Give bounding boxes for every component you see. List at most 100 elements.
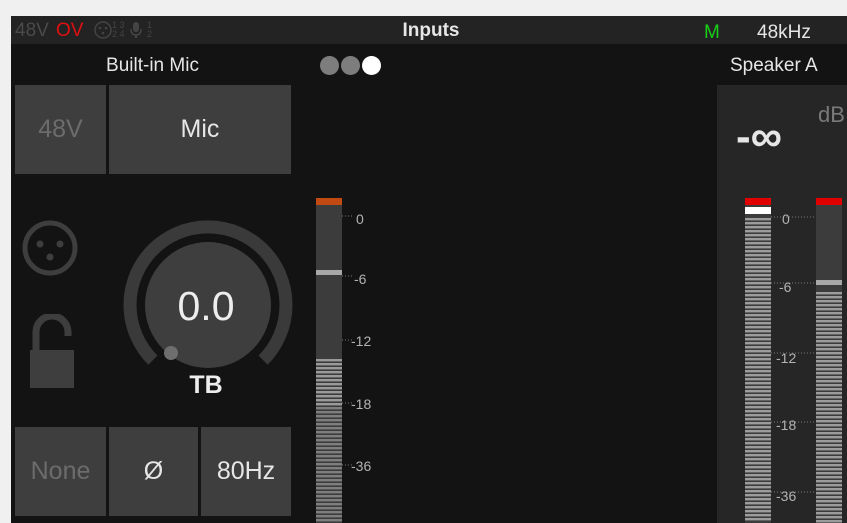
input-meter-segment bbox=[316, 491, 342, 494]
output-meter-right-segment bbox=[816, 436, 842, 439]
input-meter-segment bbox=[316, 387, 342, 390]
output-meter-left-segment bbox=[745, 326, 771, 329]
input-meter-segment bbox=[316, 383, 342, 386]
input-meter-segment bbox=[316, 451, 342, 454]
output-meter-left-segment bbox=[745, 502, 771, 505]
input-meter-segment bbox=[316, 463, 342, 466]
output-meter-left-segment bbox=[745, 286, 771, 289]
output-meter-left-segment bbox=[745, 390, 771, 393]
input-meter-segment bbox=[316, 395, 342, 398]
output-meter-right-segment bbox=[816, 300, 842, 303]
output-meter-right-segment bbox=[816, 372, 842, 375]
output-meter-right-segment bbox=[816, 496, 842, 499]
output-meter-left-segment bbox=[745, 470, 771, 473]
output-meter-right-segment bbox=[816, 472, 842, 475]
output-meter-left-segment bbox=[745, 458, 771, 461]
phantom-power-button[interactable]: 48V bbox=[15, 85, 106, 174]
output-meter-right-segment bbox=[816, 408, 842, 411]
output-meter-left-segment bbox=[745, 466, 771, 469]
input-meter-segment bbox=[316, 455, 342, 458]
output-meter-left-hold bbox=[745, 207, 771, 214]
output-meter-left-segment bbox=[745, 290, 771, 293]
output-meter-right-segment bbox=[816, 364, 842, 367]
output-meter-right-segment bbox=[816, 384, 842, 387]
highpass-filter-button[interactable]: 80Hz bbox=[201, 427, 291, 516]
output-meter-left-segment bbox=[745, 422, 771, 425]
output-meter-left-segment bbox=[745, 378, 771, 381]
output-meter-right-segment bbox=[816, 344, 842, 347]
phase-invert-button[interactable]: Ø bbox=[109, 427, 198, 516]
output-meter-left-segment bbox=[745, 282, 771, 285]
output-meter-left-segment bbox=[745, 222, 771, 225]
output-scale-label: 0 bbox=[782, 211, 790, 227]
input-meter-segment bbox=[316, 447, 342, 450]
output-meter-right-segment bbox=[816, 464, 842, 467]
output-meter-right-segment bbox=[816, 440, 842, 443]
output-meter-left-segment bbox=[745, 330, 771, 333]
output-meter-left-segment bbox=[745, 454, 771, 457]
output-level-value: -∞ bbox=[736, 112, 783, 161]
output-meter-left-segment bbox=[745, 510, 771, 513]
output-meter-right-segment bbox=[816, 348, 842, 351]
input-meter-segment bbox=[316, 371, 342, 374]
output-meter-right-segment bbox=[816, 332, 842, 335]
output-meter-right-segment bbox=[816, 404, 842, 407]
page-dot-1[interactable] bbox=[320, 56, 339, 75]
unlocked-padlock-icon[interactable] bbox=[28, 312, 76, 395]
output-meter-right-segment bbox=[816, 428, 842, 431]
output-meter-left-segment bbox=[745, 226, 771, 229]
input-meter-segment bbox=[316, 363, 342, 366]
input-type-button[interactable]: Mic bbox=[109, 85, 291, 174]
output-meter-left-segment bbox=[745, 334, 771, 337]
output-meter-left-segment bbox=[745, 494, 771, 497]
output-meter-right-segment bbox=[816, 448, 842, 451]
output-meter-left-segment bbox=[745, 354, 771, 357]
output-meter-left-segment bbox=[745, 266, 771, 269]
input-meter-segment bbox=[316, 471, 342, 474]
output-meter-left-segment bbox=[745, 278, 771, 281]
output-meter-left-segment bbox=[745, 434, 771, 437]
output-meter-left-segment bbox=[745, 398, 771, 401]
output-scale-label: -36 bbox=[776, 488, 797, 504]
output-meter-left-segment bbox=[745, 230, 771, 233]
output-meter-left-segment bbox=[745, 342, 771, 345]
input-meter-hold bbox=[316, 270, 342, 275]
output-meter-right-segment bbox=[816, 420, 842, 423]
output-meter-right-segment bbox=[816, 396, 842, 399]
output-meter-right-segment bbox=[816, 504, 842, 507]
page-dot-3[interactable] bbox=[362, 56, 381, 75]
input-meter-segment bbox=[316, 503, 342, 506]
filter-button[interactable]: None bbox=[15, 427, 106, 516]
output-meter-left-segment bbox=[745, 242, 771, 245]
output-meter-right-segment bbox=[816, 336, 842, 339]
overload-indicator: OV bbox=[56, 20, 84, 41]
output-meter-left-segment bbox=[745, 306, 771, 309]
page-dot-2[interactable] bbox=[341, 56, 360, 75]
output-meter-left-segment bbox=[745, 374, 771, 377]
input-meter-segment bbox=[316, 399, 342, 402]
output-meter-left-segment bbox=[745, 518, 771, 521]
output-meter-left-segment bbox=[745, 490, 771, 493]
output-meter-left-segment bbox=[745, 482, 771, 485]
input-meter-segment bbox=[316, 439, 342, 442]
output-meter-right-segment bbox=[816, 376, 842, 379]
input-meter-segment bbox=[316, 367, 342, 370]
output-meter-right-segment bbox=[816, 356, 842, 359]
output-meter-left-segment bbox=[745, 442, 771, 445]
output-meter-right-segment bbox=[816, 368, 842, 371]
output-meter-right-segment bbox=[816, 432, 842, 435]
output-meter-right-segment bbox=[816, 468, 842, 471]
input-meter-segment bbox=[316, 459, 342, 462]
output-meter-left-segment bbox=[745, 498, 771, 501]
output-meter-left-segment bbox=[745, 438, 771, 441]
input-meter-segment bbox=[316, 359, 342, 362]
output-meter-left-segment bbox=[745, 382, 771, 385]
output-meter-right-segment bbox=[816, 484, 842, 487]
page-indicator[interactable] bbox=[320, 55, 410, 77]
output-meter-right-segment bbox=[816, 400, 842, 403]
input-scale-label: -18 bbox=[351, 396, 372, 412]
input-scale-label: -6 bbox=[354, 271, 367, 287]
output-meter-left-segment bbox=[745, 362, 771, 365]
output-meter-right-segment bbox=[816, 380, 842, 383]
input-meter-segment bbox=[316, 443, 342, 446]
